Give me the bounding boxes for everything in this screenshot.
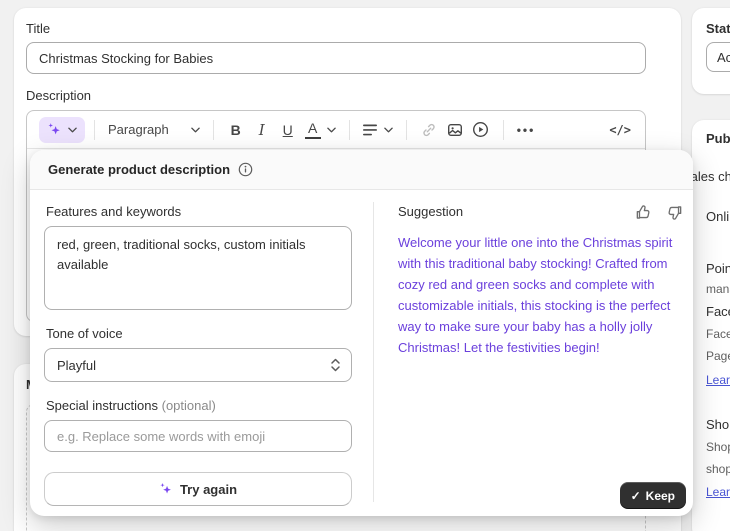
insert-video-button[interactable] — [468, 117, 494, 143]
toolbar-divider — [94, 119, 95, 140]
channel-facebook: Facebook & Instagram — [706, 304, 730, 319]
generate-description-popup: Generate product description Features an… — [30, 150, 693, 516]
channel-shop-desc-2: shop settings — [706, 462, 730, 476]
feedback-buttons — [633, 202, 685, 223]
special-instructions-input[interactable] — [44, 420, 352, 452]
channel-shop-desc-1: Shop channel — [706, 440, 730, 454]
thumbs-up-icon — [635, 204, 652, 221]
publishing-title: Publishing — [706, 131, 730, 146]
status-title: Status — [706, 21, 730, 36]
suggestion-label: Suggestion — [398, 204, 464, 219]
insert-image-button[interactable] — [442, 117, 468, 143]
special-instructions-label: Special instructions (optional) — [46, 398, 216, 413]
channel-facebook-desc-1: Facebook account — [706, 327, 730, 341]
editor-toolbar: Paragraph B I U A ••• </> — [27, 111, 645, 149]
learn-more-link[interactable]: Learn more — [706, 373, 730, 387]
bold-button[interactable]: B — [223, 117, 249, 143]
popup-column-divider — [373, 202, 374, 502]
html-code-button[interactable]: </> — [605, 117, 635, 143]
popup-title: Generate product description — [48, 162, 231, 177]
chevron-down-icon — [190, 127, 200, 133]
link-icon — [421, 122, 437, 138]
keep-button[interactable]: ✓ Keep — [619, 482, 686, 509]
keep-label: Keep — [645, 488, 675, 503]
more-tools-button[interactable]: ••• — [513, 117, 540, 143]
tone-value: Playful — [57, 357, 97, 373]
text-color-button[interactable]: A — [301, 117, 340, 143]
chevron-down-icon — [68, 127, 77, 133]
status-value: Active — [717, 49, 730, 65]
magic-sparkle-icon — [159, 482, 173, 496]
title-label: Title — [26, 21, 51, 36]
thumbs-up-button[interactable] — [633, 202, 654, 223]
channel-point-of-sale-desc: manage in person — [706, 282, 730, 296]
features-label: Features and keywords — [46, 204, 182, 219]
toolbar-divider — [502, 119, 504, 140]
channel-point-of-sale: Point of Sale — [706, 261, 730, 276]
tone-label: Tone of voice — [46, 326, 123, 341]
suggestion-text: Welcome your little one into the Christm… — [398, 235, 673, 355]
select-stepper-icon — [330, 357, 341, 373]
special-instructions-text: Special instructions — [46, 398, 158, 413]
info-icon[interactable] — [238, 162, 253, 177]
text-align-button[interactable] — [359, 117, 397, 143]
magic-sparkle-icon — [47, 122, 62, 137]
text-color-label: A — [304, 121, 321, 139]
tone-select[interactable]: Playful — [44, 348, 352, 382]
status-select[interactable]: Active — [706, 42, 730, 72]
paragraph-style-button[interactable]: Paragraph — [104, 117, 204, 143]
chevron-down-icon — [383, 127, 393, 133]
popup-header: Generate product description — [30, 150, 693, 190]
channel-facebook-desc-2: Page connection — [706, 349, 730, 363]
optional-hint: (optional) — [161, 398, 216, 413]
ai-magic-button[interactable] — [39, 116, 85, 143]
toolbar-divider — [405, 119, 407, 140]
chevron-down-icon — [326, 127, 336, 133]
insert-link-button[interactable] — [416, 117, 442, 143]
channel-shop: Shop — [706, 417, 730, 432]
toolbar-divider — [212, 119, 214, 140]
channel-online-store: Online Store — [706, 209, 730, 224]
thumbs-down-button[interactable] — [664, 202, 685, 223]
product-edit-page: Title Description Paragraph — [0, 0, 730, 531]
thumbs-down-icon — [666, 204, 683, 221]
image-icon — [447, 122, 463, 138]
paragraph-label: Paragraph — [108, 122, 169, 137]
video-play-icon — [472, 121, 489, 138]
try-again-label: Try again — [179, 481, 238, 497]
learn-more-link[interactable]: Learn more — [706, 485, 730, 499]
description-label: Description — [26, 88, 92, 103]
features-textarea[interactable]: red, green, traditional socks, custom in… — [44, 226, 352, 310]
align-left-icon — [362, 124, 378, 136]
title-input[interactable] — [26, 42, 646, 74]
check-icon: ✓ — [630, 488, 641, 503]
italic-button[interactable]: I — [249, 117, 275, 143]
try-again-button[interactable]: Try again — [44, 472, 352, 506]
toolbar-divider — [348, 119, 350, 140]
underline-button[interactable]: U — [275, 117, 301, 143]
